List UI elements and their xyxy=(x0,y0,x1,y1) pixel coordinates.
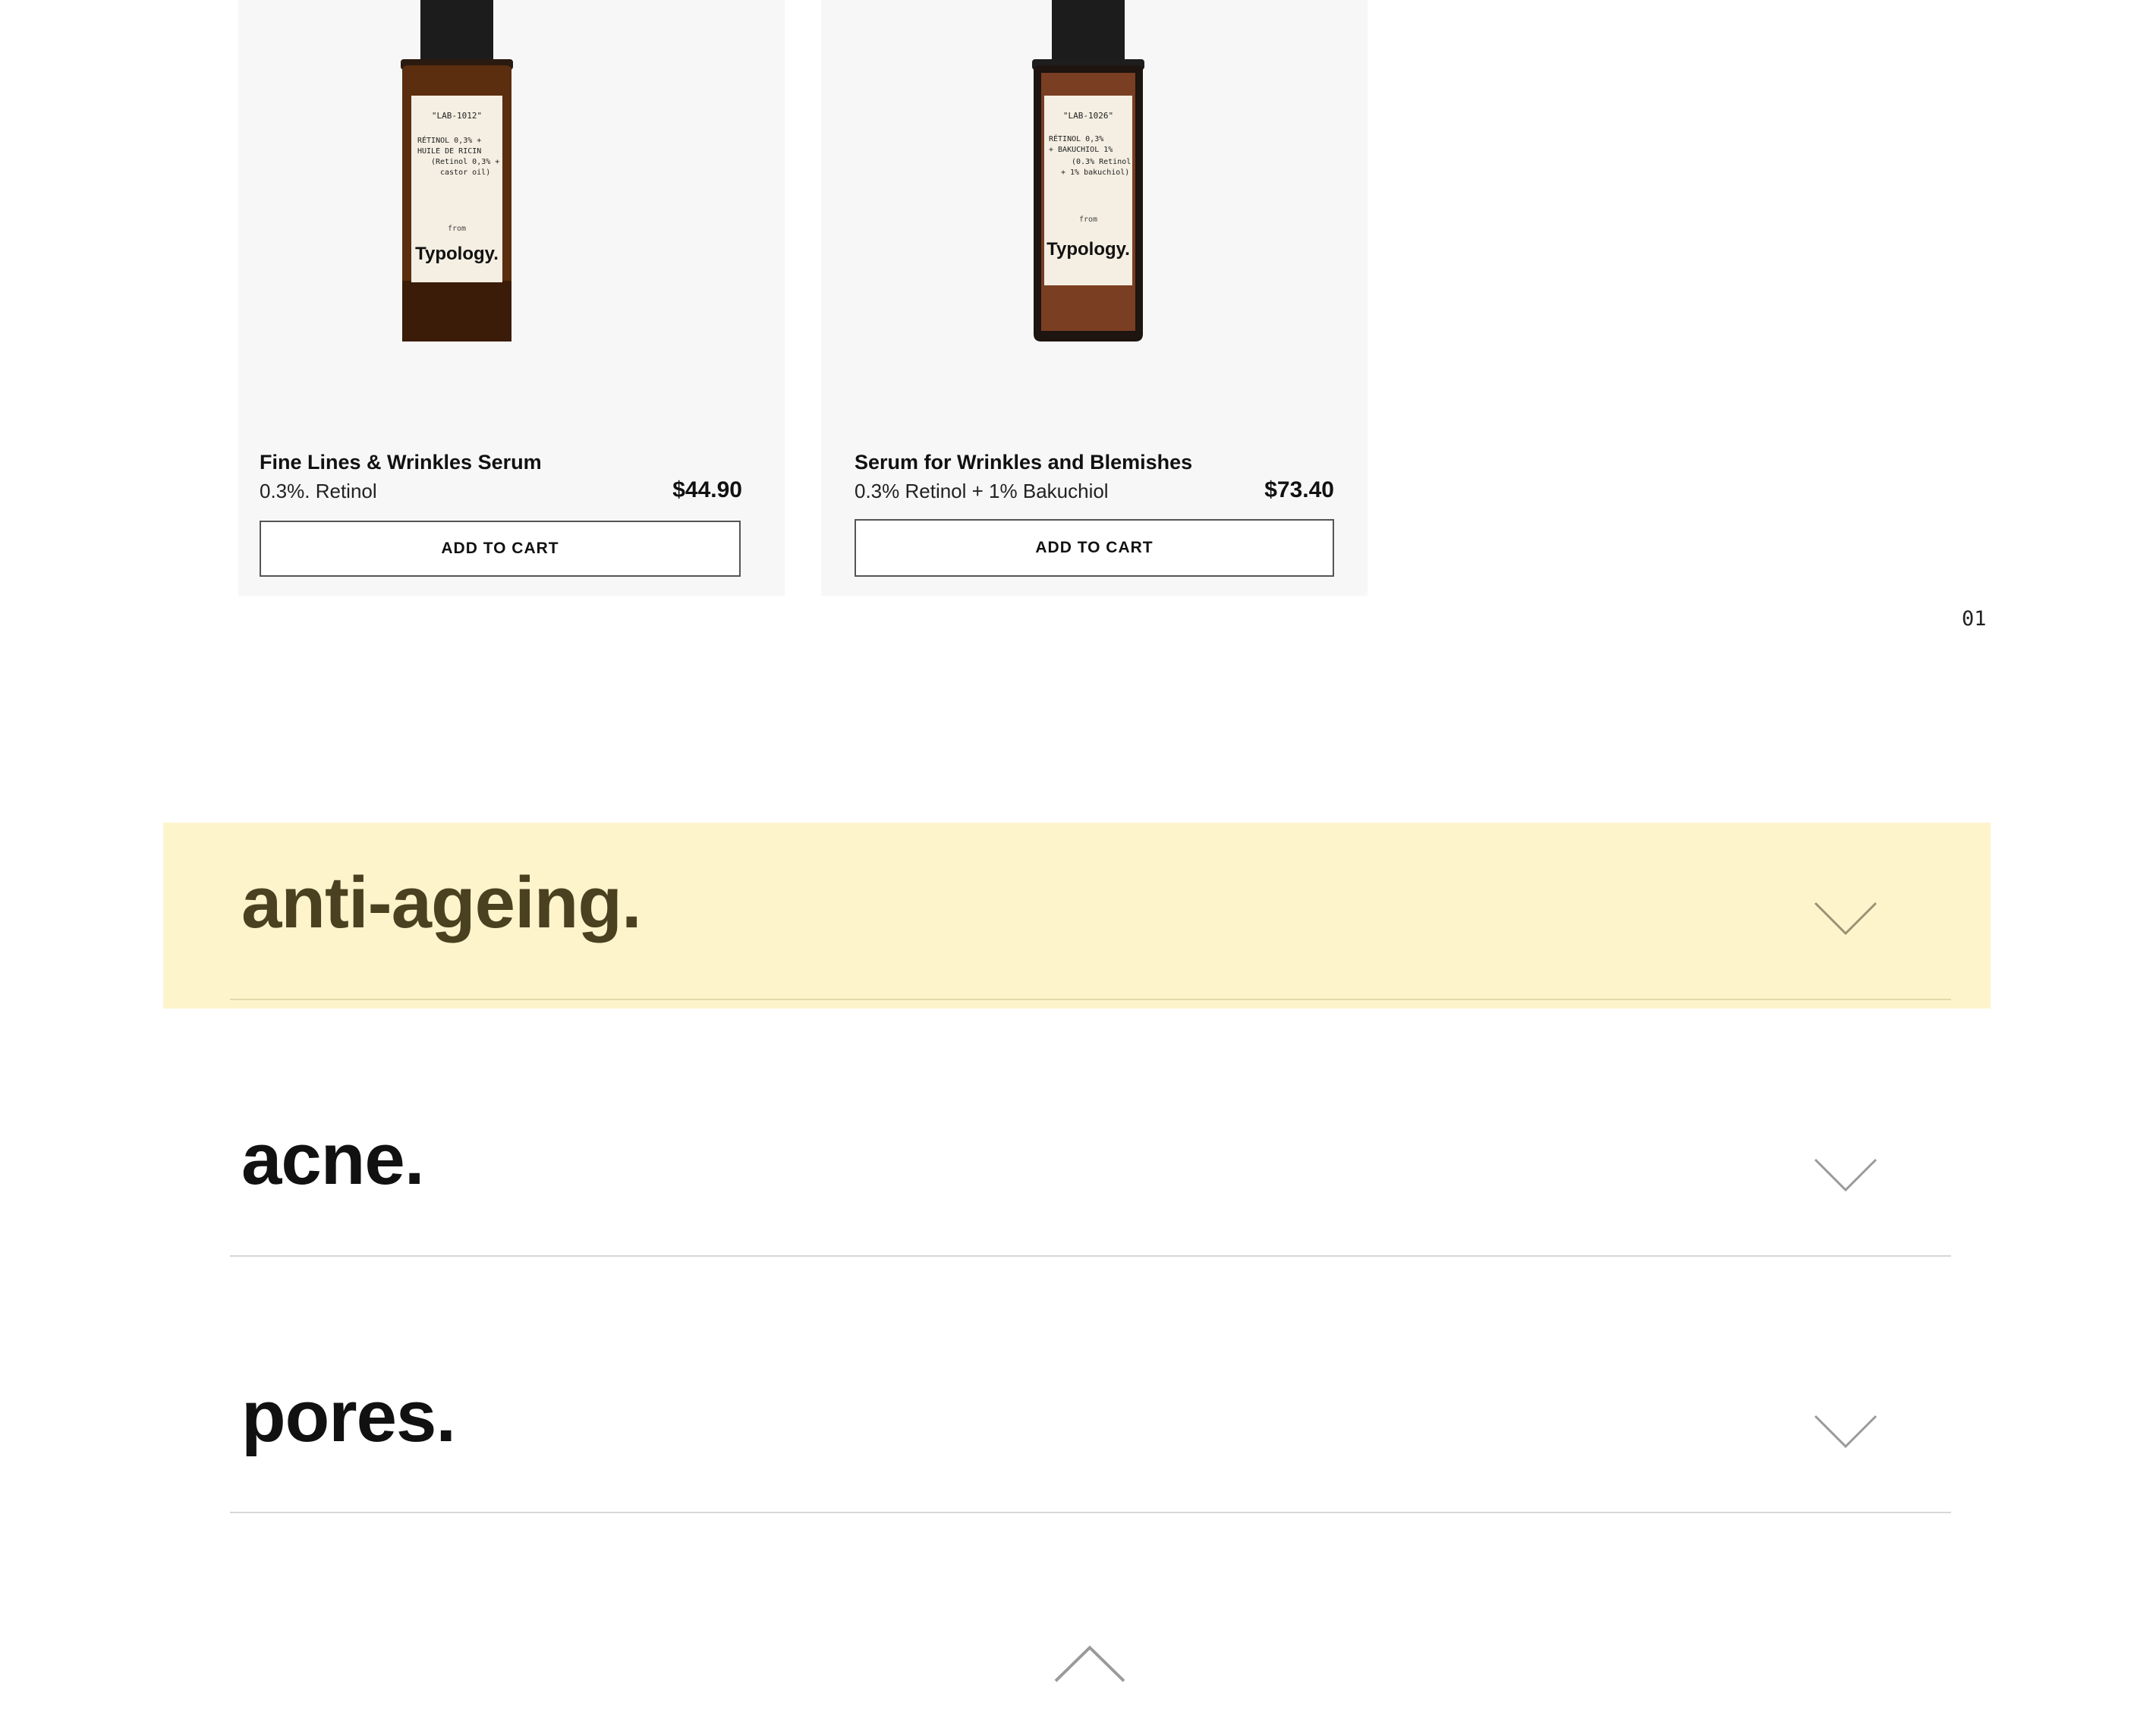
label-line: + BAKUCHIOL 1% xyxy=(1049,146,1113,154)
label-line: (Retinol 0,3% + xyxy=(431,158,499,166)
label-line: RÉTINOL 0,3% + xyxy=(417,135,481,145)
product-image[interactable]: "LAB-1026" RÉTINOL 0,3% + BAKUCHIOL 1% (… xyxy=(821,0,1368,425)
accordion-title-anti-ageing[interactable]: anti-ageing. xyxy=(241,861,642,945)
product-name[interactable]: Fine Lines & Wrinkles Serum xyxy=(260,451,542,474)
carousel-page-indicator: 01 xyxy=(1962,607,1987,631)
accordion-divider xyxy=(230,1255,1951,1257)
product-price: $44.90 xyxy=(672,477,742,502)
chevron-down-icon[interactable] xyxy=(1814,1157,1877,1193)
accordion-title-pores[interactable]: pores. xyxy=(241,1375,456,1459)
label-brand: Typology. xyxy=(415,244,499,264)
label-line: RÉTINOL 0,3% xyxy=(1049,134,1103,143)
label-code: "LAB-1012" xyxy=(432,111,482,121)
add-to-cart-button[interactable]: ADD TO CART xyxy=(260,521,741,577)
product-card[interactable]: "LAB-1026" RÉTINOL 0,3% + BAKUCHIOL 1% (… xyxy=(821,0,1368,596)
label-code: "LAB-1026" xyxy=(1063,111,1113,121)
accordion-divider xyxy=(230,1512,1951,1513)
label-line: (0.3% Retinol xyxy=(1072,158,1131,166)
label-from: from xyxy=(1079,216,1097,224)
product-price: $73.40 xyxy=(1264,477,1334,502)
chevron-down-icon[interactable] xyxy=(1814,1413,1877,1449)
accordion-divider xyxy=(230,999,1951,1000)
product-subtitle: 0.3%. Retinol xyxy=(260,480,377,502)
label-from: from xyxy=(448,225,466,233)
label-brand: Typology. xyxy=(1047,239,1130,260)
product-card[interactable]: "LAB-1012" RÉTINOL 0,3% + HUILE DE RICIN… xyxy=(238,0,785,596)
add-to-cart-button[interactable]: ADD TO CART xyxy=(855,519,1334,577)
chevron-down-icon[interactable] xyxy=(1814,900,1877,936)
accordion-title-acne[interactable]: acne. xyxy=(241,1118,424,1201)
product-name[interactable]: Serum for Wrinkles and Blemishes xyxy=(855,451,1192,474)
label-line: castor oil) xyxy=(440,168,490,177)
product-image[interactable]: "LAB-1012" RÉTINOL 0,3% + HUILE DE RICIN… xyxy=(238,0,785,425)
label-line: HUILE DE RICIN xyxy=(417,147,481,156)
chevron-up-icon[interactable] xyxy=(1053,1645,1126,1684)
product-subtitle: 0.3% Retinol + 1% Bakuchiol xyxy=(855,480,1109,502)
label-line: + 1% bakuchiol) xyxy=(1061,168,1129,177)
